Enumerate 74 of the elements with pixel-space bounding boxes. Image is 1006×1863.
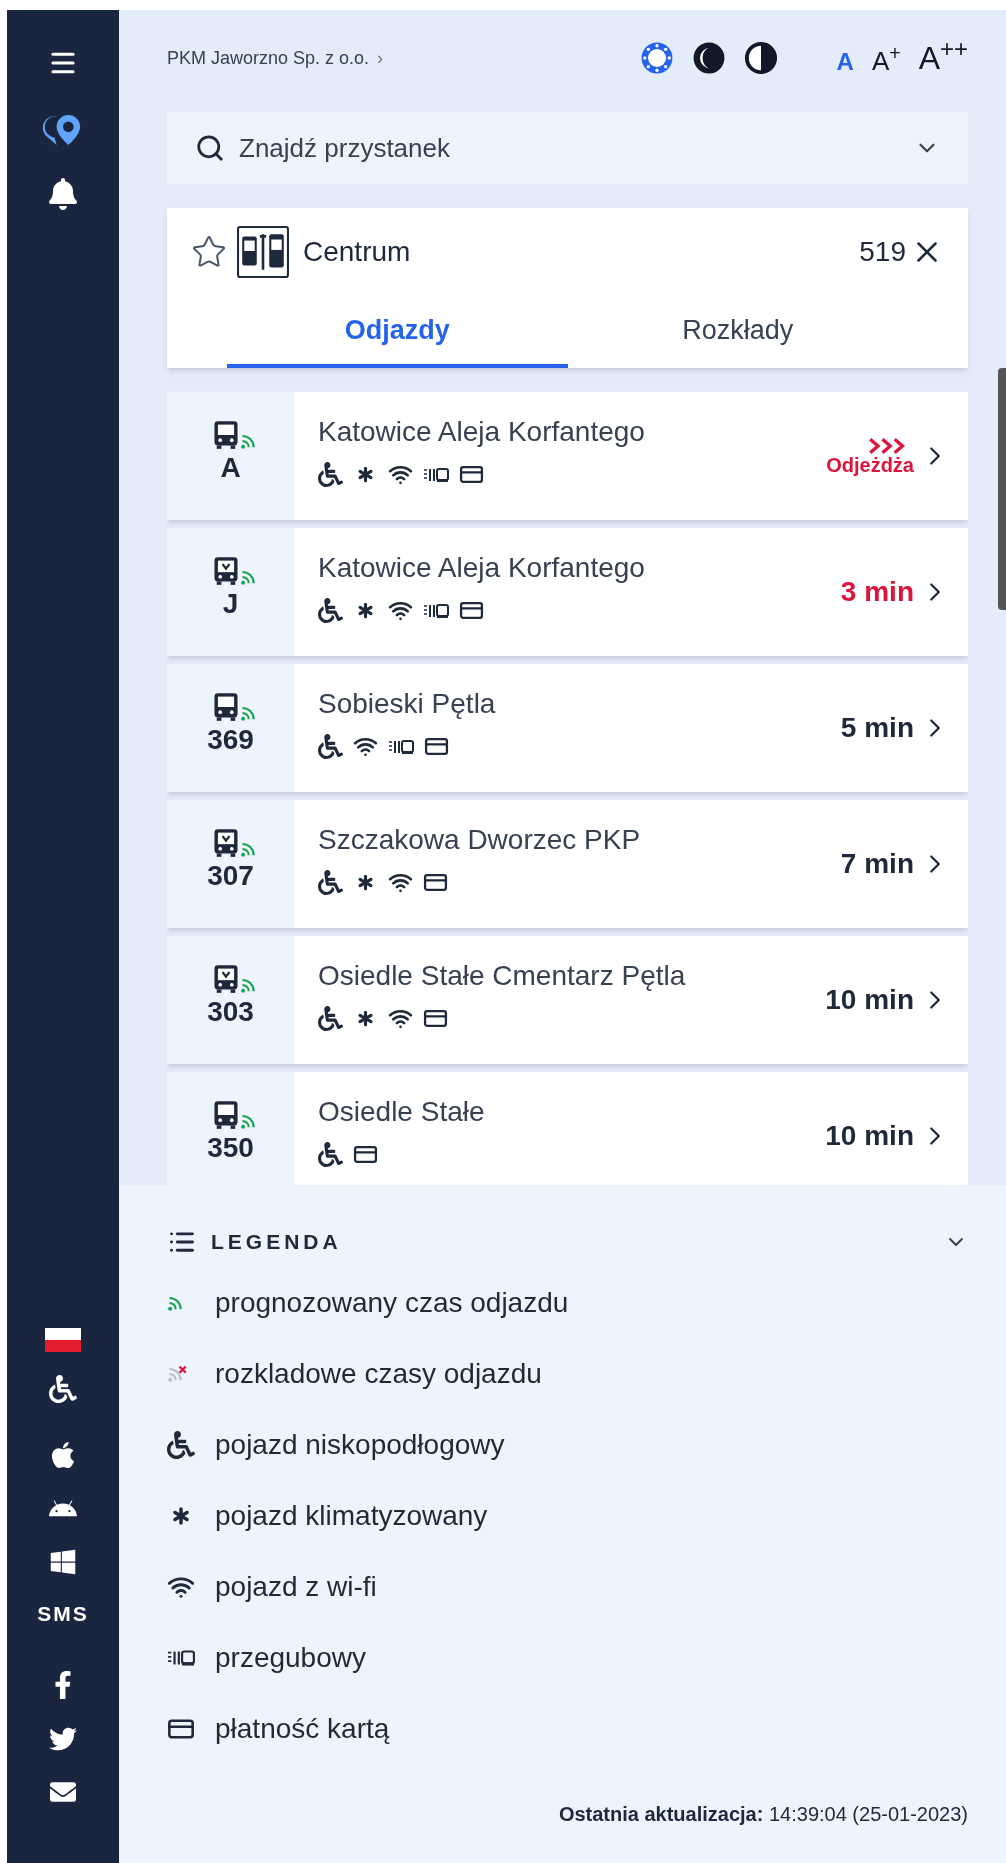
articulated-bus-icon	[388, 738, 414, 755]
wheelchair-icon	[318, 462, 343, 487]
destination: Osiedle Stałe Cmentarz Pętla	[318, 962, 687, 990]
departure-row[interactable]: J Katowice Aleja Korfantego 3 min	[167, 528, 968, 656]
legend-title: LEGENDA	[211, 1229, 342, 1256]
bell-icon[interactable]	[48, 178, 78, 210]
destination: Sobieski Pętla	[318, 690, 497, 718]
twitter-icon[interactable]	[49, 1725, 77, 1753]
legend-item: pojazd niskopodłogowy	[215, 1428, 505, 1462]
destination: Osiedle Stałe	[318, 1098, 486, 1126]
star-icon[interactable]	[191, 234, 227, 270]
departure-row[interactable]: 303 Osiedle Stałe Cmentarz Pętla 10 min	[167, 936, 968, 1064]
breadcrumb-chevron: ›	[377, 46, 384, 70]
tram-icon	[211, 964, 240, 994]
departure-row[interactable]: A Katowice Aleja Korfantego Odjeżdża	[167, 392, 968, 520]
legend-item: płatność kartą	[215, 1712, 390, 1746]
departure-time: Odjeżdża	[826, 455, 914, 475]
destination: Szczakowa Dworzec PKP	[318, 826, 642, 854]
no-signal-icon	[167, 1365, 187, 1383]
apple-icon[interactable]	[49, 1439, 77, 1470]
articulated-bus-icon	[167, 1649, 195, 1667]
departure-time: 10 min	[825, 1119, 914, 1153]
line-number: 350	[207, 1134, 254, 1162]
articulated-bus-icon	[423, 602, 449, 619]
flag-icon[interactable]	[45, 1327, 81, 1352]
wheelchair-icon	[318, 1006, 343, 1031]
line-number: J	[222, 590, 239, 618]
departure-time: 7 min	[840, 847, 914, 881]
departure-row[interactable]: 307 Szczakowa Dworzec PKP 7 min	[167, 800, 968, 928]
departure-row[interactable]: 350 Osiedle Stałe 10 min	[167, 1072, 968, 1185]
legend-item: rozkladowe czasy odjazdu	[215, 1357, 542, 1391]
destination: Katowice Aleja Korfantego	[318, 418, 646, 446]
operator-link[interactable]: PKM Jaworzno Sp. z o.o.	[167, 44, 370, 72]
departure-row[interactable]: 369 Sobieski Pętla 5 min	[167, 664, 968, 792]
legend-item: przegubowy	[215, 1641, 366, 1675]
departure-time: 5 min	[840, 711, 914, 745]
wheelchair-icon	[318, 734, 343, 759]
bus-icon	[211, 692, 240, 722]
tram-icon	[211, 556, 240, 586]
bus-icon	[211, 420, 240, 450]
line-number: A	[220, 454, 241, 482]
bus-icon	[211, 1100, 240, 1130]
wheelchair-icon	[318, 870, 343, 895]
windows-icon[interactable]	[50, 1547, 76, 1576]
font-size-button[interactable]: A$^{+}$	[871, 48, 901, 74]
destination: Katowice Aleja Korfantego	[318, 554, 646, 582]
font-size-button[interactable]: A	[836, 50, 854, 74]
departure-time: 10 min	[825, 983, 914, 1017]
scrollbar[interactable]	[998, 368, 1006, 610]
last-update: Ostatnia aktualizacja: 14:39:04 (25-01-2023)	[558, 1802, 968, 1827]
stop-name: Centrum	[303, 235, 411, 269]
departure-time: 3 min	[840, 575, 914, 609]
tram-icon	[211, 828, 240, 858]
line-number: 369	[207, 726, 254, 754]
legend-item: prognozowany czas odjazdu	[215, 1286, 569, 1320]
legend-item: pojazd klimatyzowany	[215, 1499, 488, 1533]
stop-number: 519	[859, 235, 906, 269]
wheelchair-icon[interactable]	[49, 1373, 77, 1404]
legend-item: pojazd z wi-fi	[215, 1570, 377, 1604]
tab[interactable]: Rozkłady	[567, 296, 908, 368]
contrast-icon[interactable]	[742, 40, 779, 76]
mail-icon[interactable]	[49, 1779, 77, 1805]
font-size-button[interactable]: A$^{++}$	[918, 42, 968, 74]
wheelchair-icon	[318, 598, 343, 623]
line-number: 303	[207, 998, 254, 1026]
search-icon	[195, 133, 225, 163]
line-number: 307	[207, 862, 254, 890]
search-field[interactable]: Znajdź przystanek	[167, 112, 968, 184]
wheelchair-icon	[318, 1142, 343, 1167]
tab[interactable]: Odjazdy	[227, 296, 568, 368]
stop-type-icon	[237, 226, 289, 278]
articulated-bus-icon	[423, 466, 449, 483]
sms-link[interactable]: SMS	[37, 1597, 89, 1629]
wheelchair-icon	[167, 1431, 195, 1459]
